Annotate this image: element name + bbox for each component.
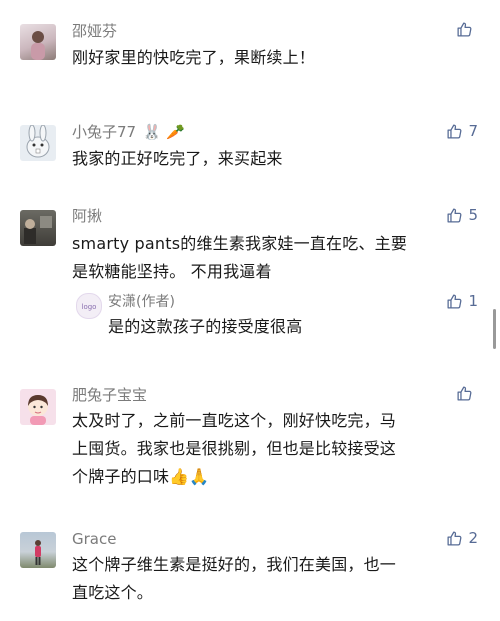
avatar[interactable]: logo [76, 293, 102, 319]
thumbs-up-icon [447, 207, 462, 223]
like-button[interactable] [456, 385, 478, 402]
comment-user-name[interactable]: 阿揪 [72, 206, 102, 226]
comment-text: smarty pants的维生素我家娃一直在吃、主要 是软糖能坚持。 不用我逼着 [72, 234, 408, 281]
avatar[interactable] [20, 210, 56, 246]
avatar[interactable] [20, 125, 56, 161]
comment-text: 太及时了，之前一直吃这个，刚好快吃完，马 上囤货。我家也是很挑剔，但也是比较接受… [72, 411, 397, 486]
thumbs-up-icon [447, 293, 462, 309]
like-button[interactable]: 7 [446, 122, 478, 140]
like-button[interactable]: 2 [446, 529, 478, 547]
like-count: 2 [468, 529, 478, 547]
svg-text:logo: logo [82, 303, 97, 311]
like-button[interactable]: 5 [446, 206, 478, 224]
thumbs-up-icon [457, 386, 472, 401]
comment-user-name[interactable]: 邵娅芬 [72, 21, 117, 41]
comment-user-name[interactable]: 小兔子77 🐰 🥕 [72, 122, 185, 142]
scrollbar[interactable] [493, 309, 496, 349]
comment-user-name[interactable]: Grace [72, 529, 116, 549]
like-button[interactable] [456, 21, 478, 38]
thumbs-up-icon [447, 530, 462, 546]
emoji: 👍🙏 [169, 467, 210, 486]
comment-text: 刚好家里的快吃完了，果断续上！ [72, 48, 316, 67]
comment-user-name[interactable]: 肥兔子宝宝 [72, 385, 147, 405]
like-count: 7 [468, 122, 478, 140]
comment-text: 这个牌子维生素是挺好的，我们在美国，也一 直吃这个。 [72, 555, 397, 602]
avatar[interactable] [20, 532, 56, 568]
thumbs-up-icon [447, 123, 462, 139]
like-button[interactable]: 1 [446, 292, 478, 310]
thumbs-up-icon [457, 22, 472, 37]
avatar[interactable] [20, 389, 56, 425]
like-count: 1 [468, 292, 478, 310]
like-count: 5 [468, 206, 478, 224]
user-emoji: 🐰 🥕 [142, 123, 185, 141]
reply-user-name[interactable]: 安潇(作者) [108, 292, 175, 312]
comment-text: 我家的正好吃完了，来买起来 [72, 149, 283, 168]
reply-text: 是的这款孩子的接受度很高 [108, 317, 303, 336]
avatar[interactable] [20, 24, 56, 60]
